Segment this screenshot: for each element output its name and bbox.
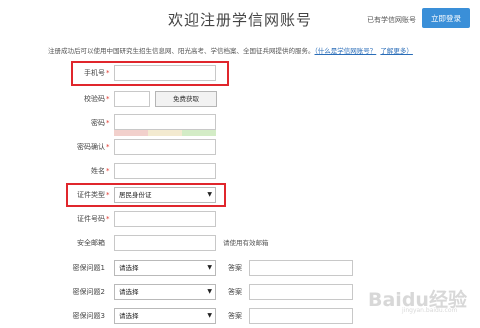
security-q1-select[interactable]: 请选择 ▼	[114, 260, 216, 276]
already-have-account-text: 已有学信网账号	[367, 16, 416, 24]
required-mark: *	[106, 95, 110, 103]
name-input[interactable]	[114, 163, 216, 179]
security-q1-value: 请选择	[119, 264, 139, 272]
email-row: 安全邮箱 请使用有效邮箱	[0, 234, 480, 254]
security-q3-select[interactable]: 请选择 ▼	[114, 308, 216, 324]
dropdown-arrow-icon: ▼	[207, 312, 212, 319]
security-q2-label: 密保问题2	[72, 288, 105, 296]
id-number-row: 证件号码 *	[0, 210, 480, 230]
strength-medium	[148, 130, 182, 136]
required-mark: *	[106, 143, 110, 151]
required-mark: *	[106, 119, 110, 127]
code-input[interactable]	[114, 91, 150, 107]
id-number-label: 证件号码	[77, 215, 105, 223]
what-is-account-link[interactable]: （什么是学信网账号？	[315, 47, 377, 55]
password-row: 密码 *	[0, 114, 480, 134]
answer2-label: 答案	[228, 288, 242, 296]
login-button[interactable]: 立即登录	[422, 8, 470, 28]
security-q1-label: 密保问题1	[72, 264, 105, 272]
required-mark: *	[106, 215, 110, 223]
intro-description: 注册成功后可以使用中国研究生招生信息网、阳光高考、学信档案、全国征兵网提供的服务…	[48, 47, 315, 55]
email-label: 安全邮箱	[77, 239, 105, 247]
id-number-input[interactable]	[114, 211, 216, 227]
password-confirm-input[interactable]	[114, 139, 216, 155]
name-row: 姓名 *	[0, 162, 480, 182]
security-q3-label: 密保问题3	[72, 312, 105, 320]
answer2-input[interactable]	[249, 284, 353, 300]
answer3-input[interactable]	[249, 308, 353, 324]
strength-strong	[182, 130, 216, 136]
phone-highlight-box	[71, 61, 229, 86]
dropdown-arrow-icon: ▼	[207, 288, 212, 295]
password-input[interactable]	[114, 114, 216, 130]
password-confirm-row: 密码确认 *	[0, 138, 480, 158]
security-q2-value: 请选择	[119, 288, 139, 296]
dropdown-arrow-icon: ▼	[207, 264, 212, 271]
baidu-watermark-url: jingyan.baidu.com	[402, 307, 458, 314]
security-q1-row: 密保问题1 请选择 ▼ 答案	[0, 259, 480, 279]
security-q3-value: 请选择	[119, 312, 139, 320]
required-mark: *	[106, 167, 110, 175]
code-row: 校验码 * 免费获取	[0, 90, 480, 110]
password-confirm-label: 密码确认	[77, 143, 105, 151]
password-strength-bar	[114, 130, 216, 136]
answer1-input[interactable]	[249, 260, 353, 276]
code-label: 校验码	[84, 95, 105, 103]
id-type-highlight-box	[66, 183, 226, 207]
security-q2-select[interactable]: 请选择 ▼	[114, 284, 216, 300]
intro-text: 注册成功后可以使用中国研究生招生信息网、阳光高考、学信档案、全国征兵网提供的服务…	[48, 45, 468, 55]
answer1-label: 答案	[228, 264, 242, 272]
name-label: 姓名	[91, 167, 105, 175]
answer3-label: 答案	[228, 312, 242, 320]
registration-page: 欢迎注册学信网账号 已有学信网账号 立即登录 注册成功后可以使用中国研究生招生信…	[0, 0, 480, 328]
email-hint: 请使用有效邮箱	[223, 239, 269, 247]
strength-weak	[114, 130, 148, 136]
learn-more-link[interactable]: 了解更多）	[380, 47, 413, 55]
get-code-button[interactable]: 免费获取	[155, 91, 217, 107]
password-label: 密码	[91, 119, 105, 127]
email-input[interactable]	[114, 235, 216, 251]
